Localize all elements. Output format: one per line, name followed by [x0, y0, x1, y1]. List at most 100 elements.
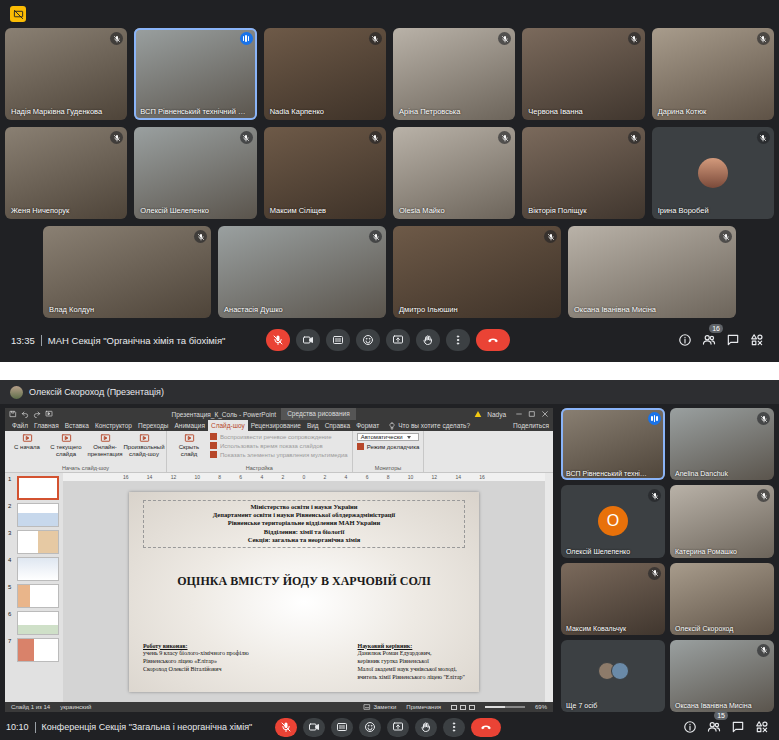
zoom-slider[interactable] — [485, 706, 525, 708]
microphone-button[interactable] — [275, 718, 297, 737]
activities-button[interactable] — [750, 333, 764, 347]
raise-hand-button[interactable] — [415, 718, 437, 737]
reactions-button[interactable] — [356, 329, 380, 351]
participant-tile[interactable]: Nadia Карпенко — [264, 28, 386, 120]
participant-tile[interactable]: Olesia Майко — [393, 127, 515, 219]
ribbon-tab[interactable]: Вставка — [62, 420, 92, 431]
raise-hand-button[interactable] — [416, 329, 440, 351]
present-button[interactable] — [386, 329, 410, 351]
author-block[interactable]: Роботу виконав: учень 9 класу біолого-хі… — [143, 643, 249, 682]
slide-thumbnail[interactable] — [17, 503, 59, 527]
zoom-level[interactable]: 69% — [535, 704, 547, 710]
activities-button[interactable] — [755, 720, 769, 734]
minimize-button[interactable] — [515, 410, 523, 418]
participant-tile[interactable]: Аріна Петровська — [393, 28, 515, 120]
participant-tile[interactable]: Максим Сіліщев — [264, 127, 386, 219]
participant-tile[interactable]: Надія Марківна Гуденкова — [5, 28, 127, 120]
advisor-block[interactable]: Науковий керівник: Данилюк Роман Едуардо… — [358, 643, 466, 682]
thumbnail-row[interactable]: 1 — [8, 476, 60, 500]
participant-tile[interactable]: Червона Іванна — [522, 28, 644, 120]
slide-thumbnail[interactable] — [17, 611, 59, 635]
chat-button[interactable] — [726, 333, 740, 347]
participant-tile[interactable]: Влад Колдун — [43, 226, 211, 318]
participant-tile[interactable]: Максим Ковальчук — [561, 563, 665, 635]
thumbnail-row[interactable]: 6 — [8, 611, 60, 635]
participant-tile[interactable]: Ще 7 осіб — [561, 640, 665, 712]
slide-thumbnail[interactable] — [17, 557, 59, 581]
thumbnail-row[interactable]: 7 — [8, 638, 60, 662]
participant-tile[interactable]: Дмитро Ільюшин — [393, 226, 561, 318]
more-button[interactable] — [443, 718, 465, 737]
ribbon-tab[interactable]: Слайд-шоу — [208, 420, 248, 431]
participant-tile[interactable]: Anelina Danchuk — [670, 408, 774, 480]
notes-button[interactable]: Заметки — [363, 703, 396, 711]
people-button[interactable]: 16 — [702, 333, 716, 347]
save-button[interactable] — [9, 410, 17, 418]
participant-tile[interactable]: Анастасія Душко — [218, 226, 386, 318]
participant-tile[interactable]: Ірина Воробей — [652, 127, 774, 219]
microphone-button[interactable] — [266, 329, 290, 351]
camera-button[interactable] — [303, 718, 325, 737]
participant-tile[interactable]: Дарина Котюк — [652, 28, 774, 120]
ribbon-checkbox[interactable]: Воспроизвести речевое сопровождение — [210, 433, 348, 440]
present-button[interactable] — [387, 718, 409, 737]
slide-thumbnail[interactable] — [17, 530, 59, 554]
sorter-view-icon[interactable] — [460, 705, 466, 710]
participant-tile[interactable]: ВСП Рівненський техні… — [561, 408, 665, 480]
normal-view-icon[interactable] — [451, 705, 457, 710]
thumbnail-row[interactable]: 5 — [8, 584, 60, 608]
ribbon-checkbox[interactable]: Режим докладчика — [357, 443, 420, 450]
participant-tile[interactable]: Женя Ничепорук — [5, 127, 127, 219]
ribbon-tab[interactable]: Главная — [31, 420, 62, 431]
redo-button[interactable] — [33, 410, 41, 418]
user-name[interactable]: Nadya — [487, 411, 506, 418]
close-button[interactable] — [541, 410, 549, 418]
ribbon-checkbox[interactable]: Показать элементы управления мультимедиа — [210, 451, 348, 458]
slide-header[interactable]: Міністерство освіти і науки УкраїниДепар… — [143, 500, 465, 548]
ribbon-tab[interactable]: Файл — [9, 420, 31, 431]
share-button[interactable]: Поделиться — [513, 420, 549, 431]
tell-me-box[interactable]: Что вы хотите сделать? — [388, 420, 470, 431]
end-call-button[interactable] — [471, 718, 501, 737]
ribbon-checkbox[interactable]: Использовать время показа слайдов — [210, 442, 348, 449]
reading-view-icon[interactable] — [469, 705, 475, 710]
ribbon-button[interactable]: С начала — [9, 433, 45, 465]
ribbon-tab[interactable]: Справка — [322, 420, 354, 431]
ribbon-button[interactable]: Скрыть слайд — [171, 433, 207, 465]
ribbon-tab[interactable]: Формат — [353, 420, 382, 431]
participant-tile[interactable]: Олексій Скороход — [670, 563, 774, 635]
participant-tile[interactable]: ВСП Рівненський технічний … — [134, 28, 256, 120]
end-call-button[interactable] — [476, 329, 510, 351]
slide-title[interactable]: ОЦІНКА ВМІСТУ ЙОДУ В ХАРЧОВІЙ СОЛІ — [143, 574, 465, 589]
captions-button[interactable] — [326, 329, 350, 351]
participant-tile[interactable]: О Олексій Шелепенко — [561, 485, 665, 557]
thumbnail-row[interactable]: 4 — [8, 557, 60, 581]
ribbon-tab[interactable]: Переходы — [135, 420, 172, 431]
ribbon-tab[interactable]: Рецензирование — [248, 420, 304, 431]
undo-button[interactable] — [21, 410, 29, 418]
ribbon-tab[interactable]: Анимация — [171, 420, 208, 431]
ribbon-button[interactable]: С текущего слайда — [48, 433, 84, 465]
maximize-button[interactable] — [528, 410, 536, 418]
monitor-dropdown[interactable]: Автоматически — [357, 433, 420, 441]
thumbnail-row[interactable]: 2 — [8, 503, 60, 527]
captions-button[interactable] — [331, 718, 353, 737]
extension-badge[interactable] — [10, 6, 26, 22]
info-button[interactable] — [678, 333, 692, 347]
reactions-button[interactable] — [359, 718, 381, 737]
thumbnail-row[interactable]: 3 — [8, 530, 60, 554]
participant-tile[interactable]: Олексій Шелепенко — [134, 127, 256, 219]
slide-thumbnail[interactable] — [17, 476, 59, 500]
participant-tile[interactable]: Оксана Іванівна Мисіна — [670, 640, 774, 712]
vertical-scrollbar[interactable] — [545, 473, 553, 702]
comments-button[interactable]: Примечания — [406, 704, 441, 710]
language[interactable]: украинский — [60, 704, 91, 710]
slide-thumbnail[interactable] — [17, 584, 59, 608]
participant-tile[interactable]: Вікторія Поліщук — [522, 127, 644, 219]
participant-tile[interactable]: Оксана Іванівна Мисіна — [568, 226, 736, 318]
ribbon-tab[interactable]: Вид — [304, 420, 322, 431]
more-button[interactable] — [446, 329, 470, 351]
slide[interactable]: Міністерство освіти і науки УкраїниДепар… — [129, 492, 479, 692]
chat-button[interactable] — [731, 720, 745, 734]
ribbon-tab[interactable]: Конструктор — [92, 420, 135, 431]
